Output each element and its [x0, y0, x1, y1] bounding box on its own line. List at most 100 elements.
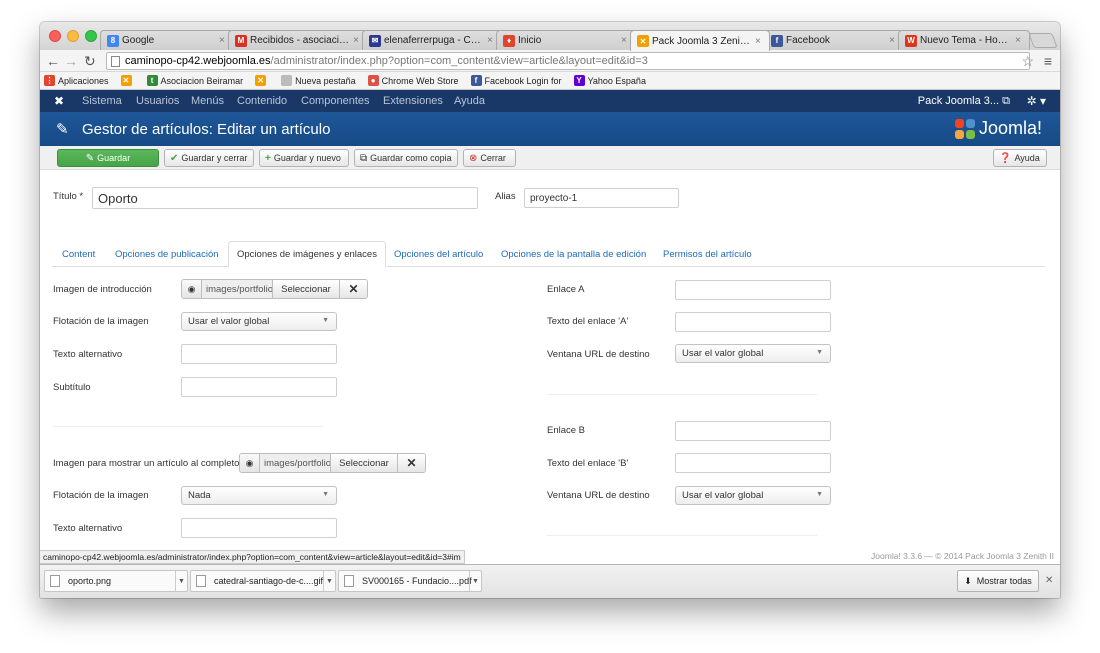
- minimize-window-button[interactable]: [67, 30, 79, 42]
- link-a-window-select[interactable]: Usar el valor global ▼: [675, 344, 831, 363]
- back-arrow-icon[interactable]: ←: [46, 53, 60, 69]
- link-a-label: Enlace A: [547, 284, 585, 295]
- link-a-text-input[interactable]: [675, 312, 831, 332]
- full-alt-input[interactable]: [181, 518, 337, 538]
- browser-tab[interactable]: ✉ elenaferrerpuga - Correo ×: [362, 30, 502, 50]
- tab-article-options[interactable]: Opciones del artículo: [394, 241, 483, 267]
- joomla-logo-icon[interactable]: ✖: [54, 94, 64, 108]
- nav-ayuda[interactable]: Ayuda: [454, 95, 485, 107]
- bookmark-item[interactable]: ✕: [120, 75, 135, 86]
- intro-alt-label: Texto alternativo: [53, 349, 123, 360]
- nav-componentes[interactable]: Componentes: [301, 95, 370, 107]
- nav-sistema[interactable]: Sistema: [82, 95, 122, 107]
- reload-icon[interactable]: ↻: [84, 53, 96, 70]
- browser-tab[interactable]: MRecibidos - asociacionan×: [228, 30, 368, 50]
- link-b-label: Enlace B: [547, 425, 586, 436]
- bookmark-item[interactable]: ● Chrome Web Store: [367, 75, 459, 86]
- chevron-down-icon[interactable]: ▼: [175, 571, 187, 591]
- full-image-clear-icon[interactable]: ✕: [398, 454, 425, 472]
- file-icon: [50, 575, 60, 587]
- save-copy-button[interactable]: ⧉ Guardar como copia: [354, 149, 458, 167]
- joomla-brand: Joomla!: [954, 118, 1042, 139]
- link-b-input[interactable]: [675, 421, 831, 441]
- tab-publishing[interactable]: Opciones de publicación: [115, 241, 219, 267]
- browser-tab[interactable]: ✕ Pack Joomla 3 Zenith II - ×: [630, 30, 770, 51]
- zoom-window-button[interactable]: [85, 30, 97, 42]
- tab-permissions[interactable]: Permisos del artículo: [663, 241, 752, 267]
- save-new-button[interactable]: + Guardar y nuevo: [259, 149, 349, 167]
- chevron-down-icon: ▼: [816, 349, 823, 356]
- link-a-input[interactable]: [675, 280, 831, 300]
- bookmark-item[interactable]: f Facebook Login for: [470, 75, 562, 86]
- browser-tab[interactable]: f Facebook ×: [764, 30, 904, 50]
- intro-image-clear-icon[interactable]: ✕: [340, 280, 367, 298]
- favicon-icon: M: [235, 34, 247, 47]
- tab-title: Recibidos - asociacionan: [250, 35, 350, 46]
- intro-alt-input[interactable]: [181, 344, 337, 364]
- intro-float-select[interactable]: Usar el valor global ▼: [181, 312, 337, 331]
- tab-images-links[interactable]: Opciones de imágenes y enlaces: [228, 241, 386, 267]
- nav-contenido[interactable]: Contenido: [237, 95, 287, 107]
- bookmark-label: Chrome Web Store: [381, 75, 459, 86]
- nav-extensiones[interactable]: Extensiones: [383, 95, 443, 107]
- alias-input[interactable]: proyecto-1: [524, 188, 679, 208]
- nav-menus[interactable]: Menús: [191, 95, 224, 107]
- page-title: Gestor de artículos: Editar un artículo: [82, 121, 331, 138]
- favicon-icon: ✉: [369, 34, 381, 47]
- favicon-icon: W: [905, 34, 917, 47]
- tab-title: Facebook: [786, 35, 830, 46]
- close-tab-icon[interactable]: ×: [1015, 35, 1025, 46]
- bookmark-item[interactable]: Nueva pestaña: [281, 75, 356, 86]
- intro-image-select-button[interactable]: Seleccionar: [273, 280, 340, 298]
- gear-icon[interactable]: ✲ ▾: [1027, 94, 1046, 108]
- help-button[interactable]: ❓ Ayuda: [993, 149, 1047, 167]
- download-item[interactable]: oporto.png ▼: [44, 570, 188, 592]
- full-image-label: Imagen para mostrar un artículo al compl…: [53, 458, 240, 469]
- intro-float-label: Flotación de la imagen: [53, 316, 149, 327]
- bookmark-star-icon[interactable]: ☆: [1021, 53, 1034, 70]
- chevron-down-icon: ▼: [322, 317, 329, 324]
- full-float-select[interactable]: Nada ▼: [181, 486, 337, 505]
- eye-icon[interactable]: ◉: [240, 454, 260, 472]
- link-b-window-select[interactable]: Usar el valor global ▼: [675, 486, 831, 505]
- download-item[interactable]: SV000165 - Fundacio....pdf ▼: [338, 570, 482, 592]
- download-icon: ⬇: [964, 575, 972, 586]
- link-b-window-label: Ventana URL de destino: [547, 490, 650, 501]
- save-close-button[interactable]: ✔ Guardar y cerrar: [164, 149, 254, 167]
- browser-tab[interactable]: 8 Google ×: [100, 30, 234, 50]
- chevron-down-icon[interactable]: ▼: [469, 571, 481, 591]
- bookmark-item[interactable]: t Asociacion Beiramar: [146, 75, 244, 86]
- close-button[interactable]: ⊗ Cerrar: [463, 149, 516, 167]
- close-icon[interactable]: ✕: [1045, 575, 1053, 586]
- new-tab-button[interactable]: [1028, 33, 1058, 48]
- bookmark-item[interactable]: ✕: [255, 75, 269, 86]
- intro-caption-input[interactable]: [181, 377, 337, 397]
- site-name-link[interactable]: Pack Joomla 3... ⧉: [918, 95, 1010, 108]
- close-tab-icon[interactable]: ×: [755, 36, 765, 47]
- bookmark-item[interactable]: ⋮ Aplicaciones: [44, 75, 109, 86]
- bookmark-item[interactable]: Y Yahoo España: [573, 75, 646, 86]
- full-image-select-button[interactable]: Seleccionar: [331, 454, 398, 472]
- show-all-downloads-button[interactable]: ⬇ Mostrar todas: [957, 570, 1039, 592]
- joomla-admin-nav: ✖ Sistema Usuarios Menús Contenido Compo…: [40, 90, 1060, 112]
- link-b-text-input[interactable]: [675, 453, 831, 473]
- nav-usuarios[interactable]: Usuarios: [136, 95, 179, 107]
- title-input[interactable]: Oporto: [92, 187, 478, 209]
- forward-arrow-icon[interactable]: →: [64, 53, 78, 69]
- bookmark-label: Asociacion Beiramar: [160, 75, 244, 86]
- browser-tab[interactable]: WNuevo Tema - Hosting We×: [898, 30, 1030, 50]
- close-window-button[interactable]: [49, 30, 61, 42]
- check-icon: ✔: [170, 152, 179, 164]
- chevron-down-icon[interactable]: ▼: [323, 571, 335, 591]
- download-item[interactable]: catedral-santiago-de-c....gif ▼: [190, 570, 336, 592]
- browser-tab[interactable]: ♦ Inicio ×: [496, 30, 636, 50]
- bookmark-icon: ⋮: [44, 75, 55, 86]
- joomla-brand-text: Joomla!: [978, 118, 1042, 138]
- tab-content[interactable]: Content: [62, 241, 95, 267]
- tab-edit-screen-options[interactable]: Opciones de la pantalla de edición: [501, 241, 646, 267]
- eye-icon[interactable]: ◉: [182, 280, 202, 298]
- form-tabs: Content Opciones de publicación Opciones…: [52, 241, 1045, 267]
- chrome-menu-icon[interactable]: ≡: [1044, 53, 1052, 69]
- save-button[interactable]: ✎ Guardar: [57, 149, 159, 167]
- url-field[interactable]: caminopo-cp42.webjoomla.es /administrato…: [106, 52, 1030, 70]
